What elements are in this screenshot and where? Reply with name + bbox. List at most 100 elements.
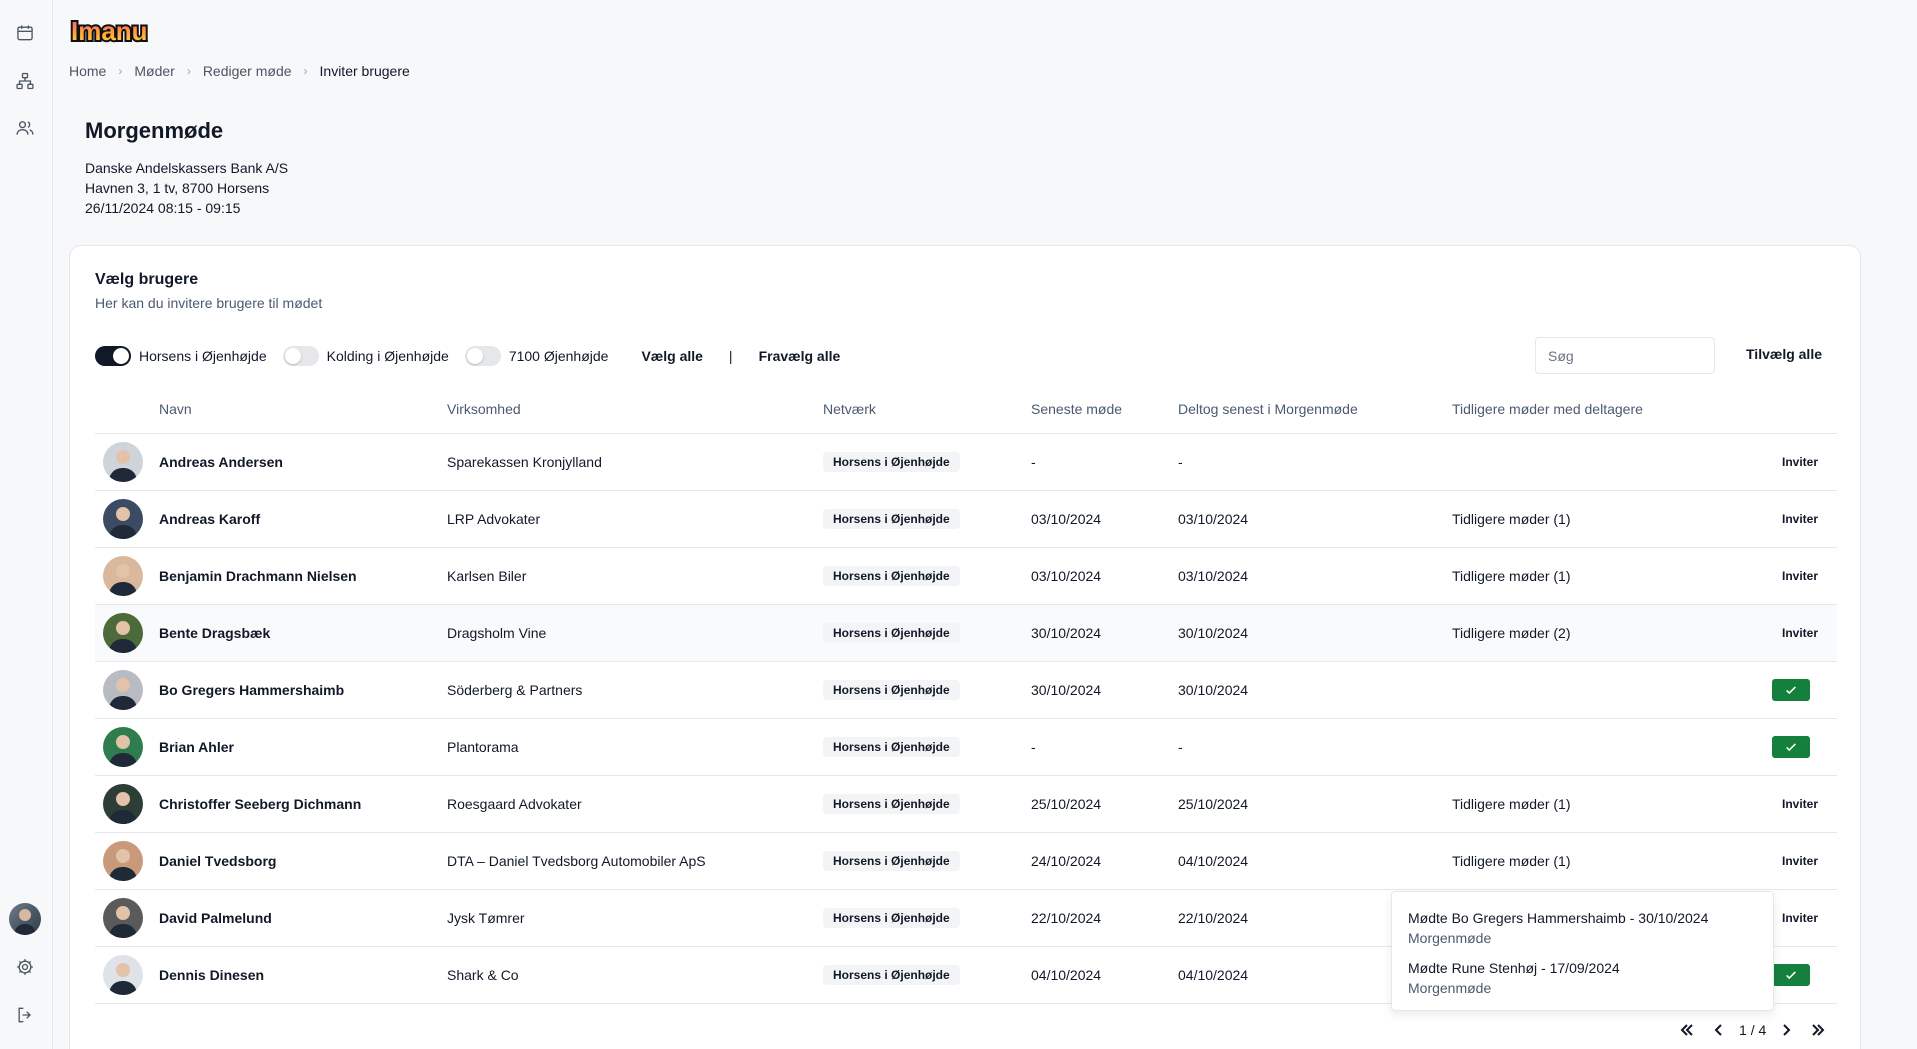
last-meeting-date: 30/10/2024: [1031, 661, 1178, 719]
breadcrumb-meetings[interactable]: Møder: [134, 63, 174, 79]
previous-meetings-link[interactable]: Tidligere møder (2): [1452, 604, 1707, 662]
page-indicator: 1 / 4: [1739, 1022, 1767, 1038]
invite-button[interactable]: Inviter: [1782, 797, 1818, 811]
last-page-icon[interactable]: [1806, 1020, 1830, 1040]
last-meeting-date: -: [1031, 718, 1178, 776]
invite-button[interactable]: Inviter: [1782, 854, 1818, 868]
network-filters: Horsens i Øjenhøjde Kolding i Øjenhøjde …: [95, 345, 840, 367]
toggle-horsens[interactable]: [95, 346, 131, 366]
meeting-company: Danske Andelskassers Bank A/S: [85, 160, 289, 176]
avatar: [103, 783, 143, 824]
table-row[interactable]: Christoffer Seeberg Dichmann Roesgaard Ad…: [95, 775, 1837, 833]
search-input[interactable]: [1535, 337, 1715, 374]
user-company: DTA – Daniel Tvedsborg Automobiler ApS: [447, 832, 823, 890]
page-title: Morgenmøde: [85, 118, 224, 143]
brand-logo[interactable]: Imanu Imanu: [69, 14, 169, 48]
network-badge: Horsens i Øjenhøjde: [823, 679, 960, 700]
chevron-right-icon: ›: [186, 64, 191, 78]
select-all-button[interactable]: Vælg alle: [641, 348, 702, 364]
table-row[interactable]: Andreas Karoff LRP Advokater Horsens i Øje…: [95, 490, 1837, 548]
previous-meetings-link[interactable]: [1452, 718, 1707, 776]
user-name: Brian Ahler: [159, 718, 447, 776]
invited-check-button[interactable]: [1772, 963, 1810, 986]
avatar: [103, 897, 143, 938]
breadcrumb-home[interactable]: Home: [69, 63, 106, 79]
last-meeting-date: 03/10/2024: [1031, 490, 1178, 548]
filter-label-kolding: Kolding i Øjenhøjde: [326, 348, 449, 364]
col-company[interactable]: Virksomhed: [447, 385, 823, 434]
table-row[interactable]: Brian Ahler Plantorama Horsens i Øjenhøjde…: [95, 718, 1837, 776]
last-morning-date: 30/10/2024: [1178, 604, 1452, 662]
network-badge: Horsens i Øjenhøjde: [823, 451, 960, 472]
last-meeting-date: 03/10/2024: [1031, 547, 1178, 605]
previous-meetings-link[interactable]: Tidligere møder (1): [1452, 832, 1707, 890]
user-company: Jysk Tømrer: [447, 889, 823, 947]
first-page-icon[interactable]: [1675, 1020, 1699, 1040]
add-all-button[interactable]: Tilvælg alle: [1746, 346, 1822, 362]
table-row[interactable]: Daniel Tvedsborg DTA – Daniel Tvedsborg A…: [95, 832, 1837, 890]
table-row[interactable]: Andreas Andersen Sparekassen Kronjylland H…: [95, 433, 1837, 491]
invite-button[interactable]: Inviter: [1782, 512, 1818, 526]
users-icon[interactable]: [14, 117, 36, 139]
last-morning-date: 25/10/2024: [1178, 775, 1452, 833]
user-company: Söderberg & Partners: [447, 661, 823, 719]
user-company: Sparekassen Kronjylland: [447, 433, 823, 491]
deselect-all-button[interactable]: Fravælg alle: [759, 348, 841, 364]
col-last-meeting[interactable]: Seneste møde: [1031, 385, 1178, 434]
invite-button[interactable]: Inviter: [1782, 569, 1818, 583]
col-previous[interactable]: Tidligere møder med deltagere: [1452, 385, 1707, 434]
pagination: 1 / 4: [1675, 1020, 1830, 1040]
last-meeting-date: 04/10/2024: [1031, 946, 1178, 1004]
toggle-kolding[interactable]: [282, 346, 319, 366]
network-badge: Horsens i Øjenhøjde: [823, 508, 960, 529]
col-network[interactable]: Netværk: [823, 385, 1031, 434]
network-badge: Horsens i Øjenhøjde: [823, 622, 960, 643]
user-name: Andreas Andersen: [159, 433, 447, 491]
logout-icon[interactable]: [14, 1004, 36, 1026]
popover-item: Mødte Bo Gregers Hammershaimb - 30/10/20…: [1408, 910, 1709, 946]
gear-icon[interactable]: [14, 956, 36, 978]
last-meeting-date: 22/10/2024: [1031, 889, 1178, 947]
network-badge: Horsens i Øjenhøjde: [823, 565, 960, 586]
previous-meetings-link[interactable]: Tidligere møder (1): [1452, 547, 1707, 605]
table-row[interactable]: Benjamin Drachmann Nielsen Karlsen Biler H…: [95, 547, 1837, 605]
svg-text:Imanu: Imanu: [71, 16, 148, 46]
previous-meetings-link[interactable]: Tidligere møder (1): [1452, 490, 1707, 548]
last-morning-date: 30/10/2024: [1178, 661, 1452, 719]
network-badge: Horsens i Øjenhøjde: [823, 736, 960, 757]
user-company: Plantorama: [447, 718, 823, 776]
user-name: Benjamin Drachmann Nielsen: [159, 547, 447, 605]
toggle-7100[interactable]: [464, 346, 501, 366]
network-icon[interactable]: [14, 70, 36, 92]
invite-button[interactable]: Inviter: [1782, 911, 1818, 925]
last-morning-date: -: [1178, 718, 1452, 776]
calendar-icon[interactable]: [14, 22, 36, 44]
next-page-icon[interactable]: [1774, 1020, 1798, 1040]
user-name: Bente Dragsbæk: [159, 604, 447, 662]
previous-meetings-link[interactable]: Tidligere møder (1): [1452, 775, 1707, 833]
invite-button[interactable]: Inviter: [1782, 455, 1818, 469]
table-row[interactable]: Bo Gregers Hammershaimb Söderberg & Partn…: [95, 661, 1837, 719]
filter-label-horsens: Horsens i Øjenhøjde: [139, 348, 267, 364]
meeting-address: Havnen 3, 1 tv, 8700 Horsens: [85, 180, 270, 196]
filter-label-7100: 7100 Øjenhøjde: [508, 348, 609, 364]
user-avatar[interactable]: [9, 903, 41, 935]
invited-check-button[interactable]: [1772, 678, 1810, 701]
invited-check-button[interactable]: [1772, 735, 1810, 758]
invite-button[interactable]: Inviter: [1782, 626, 1818, 640]
table-row[interactable]: Bente Dragsbæk Dragsholm Vine Horsens i Øj…: [95, 604, 1837, 662]
separator: |: [728, 348, 733, 364]
breadcrumb-invite-users: Inviter brugere: [319, 63, 410, 79]
previous-meetings-link[interactable]: [1452, 661, 1707, 719]
breadcrumb-edit-meeting[interactable]: Rediger møde: [203, 63, 292, 79]
prev-page-icon[interactable]: [1707, 1020, 1731, 1040]
previous-meetings-link[interactable]: [1452, 433, 1707, 491]
avatar: [103, 441, 143, 482]
user-name: David Palmelund: [159, 889, 447, 947]
col-last-morning[interactable]: Deltog senest i Morgenmøde: [1178, 385, 1452, 434]
user-name: Bo Gregers Hammershaimb: [159, 661, 447, 719]
col-name[interactable]: Navn: [159, 385, 447, 434]
last-morning-date: -: [1178, 433, 1452, 491]
last-morning-date: 03/10/2024: [1178, 547, 1452, 605]
user-name: Andreas Karoff: [159, 490, 447, 548]
